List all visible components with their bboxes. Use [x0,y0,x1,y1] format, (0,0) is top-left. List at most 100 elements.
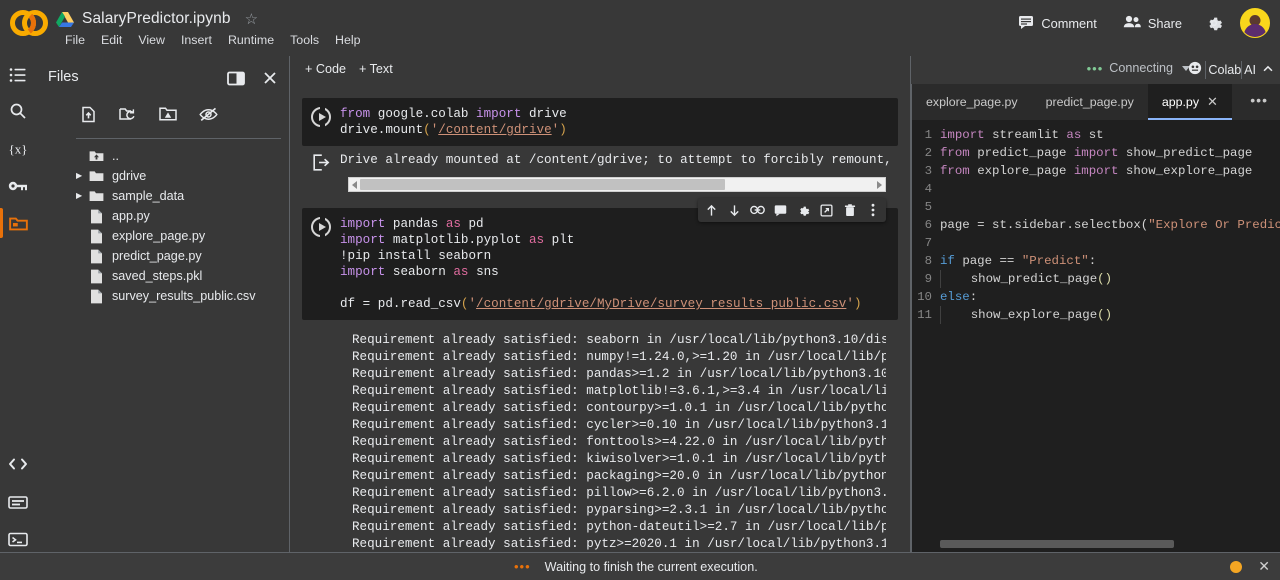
notebook-cell-1[interactable]: from google.colab import drive drive.mou… [302,98,898,192]
list-item[interactable]: .. [36,146,290,166]
scroll-left-arrow-icon[interactable] [352,181,357,189]
tab-explore-page[interactable]: explore_page.py [912,84,1032,120]
status-bar-right: ✕ [1230,558,1270,575]
code-snippets-icon[interactable] [3,449,33,479]
cell-output-2: Requirement already satisfied: seaborn i… [314,332,886,554]
run-cell-icon[interactable] [302,208,340,320]
menu-item-runtime[interactable]: Runtime [220,30,282,50]
menu-item-edit[interactable]: Edit [93,30,130,50]
file-icon [88,268,104,284]
add-code-cell-button[interactable]: + Code [300,60,351,78]
chevron-right-icon[interactable]: ▶ [76,192,86,200]
close-icon[interactable]: ✕ [1207,94,1218,110]
move-cell-down-icon[interactable] [724,200,745,221]
scroll-right-arrow-icon[interactable] [877,181,882,189]
mount-drive-icon[interactable] [156,102,180,126]
list-item[interactable]: saved_steps.pkl [36,266,290,286]
files-panel-header-buttons [224,66,282,90]
document-title-row: SalaryPredictor.ipynb ☆ [56,6,258,32]
list-item[interactable]: ▶ gdrive [36,166,290,186]
menu-item-help[interactable]: Help [327,30,368,50]
list-item[interactable]: app.py [36,206,290,226]
editor-line: 11 show_explore_page() [912,306,1280,324]
terminal-icon[interactable] [3,524,33,554]
delete-cell-icon[interactable] [839,200,860,221]
editor-line: 1 import streamlit as st [912,126,1280,144]
variables-icon[interactable]: {x} [3,134,33,164]
file-list: .. ▶ gdrive ▶ sample_data app.py explore… [36,146,290,306]
notebook-area[interactable]: from google.colab import drive drive.mou… [290,84,910,554]
refresh-folder-icon[interactable] [116,102,140,126]
list-item[interactable]: explore_page.py [36,226,290,246]
colab-ai-button[interactable]: Colab AI [1182,58,1262,81]
close-icon[interactable] [258,66,282,90]
scrollbar-thumb[interactable] [360,179,725,190]
code-line: import seaborn as sns [340,265,499,279]
avatar[interactable] [1240,8,1270,38]
open-in-new-pane-icon[interactable] [224,66,248,90]
status-message: Waiting to finish the current execution. [544,559,758,574]
add-text-cell-button[interactable]: + Text [354,60,398,78]
secrets-key-icon[interactable] [3,171,33,201]
run-cell-button[interactable] [311,217,331,237]
file-name: saved_steps.pkl [112,269,203,283]
files-panel-title: Files [48,69,79,85]
editor-line: 6 page = st.sidebar.selectbox("Explore Or… [912,216,1280,234]
editor-code-area[interactable]: 1 import streamlit as st 2 from predict_pa… [912,120,1280,324]
upload-file-icon[interactable] [76,102,100,126]
tab-predict-page[interactable]: predict_page.py [1032,84,1148,120]
menu-item-view[interactable]: View [130,30,173,50]
move-cell-up-icon[interactable] [701,200,722,221]
star-icon[interactable]: ☆ [245,10,258,28]
search-icon[interactable] [3,96,33,126]
file-name: app.py [112,209,150,223]
chevron-right-icon[interactable]: ▶ [76,172,86,180]
line-number: 9 [924,272,932,286]
menu-item-tools[interactable]: Tools [282,30,327,50]
files-folder-icon[interactable] [3,208,33,238]
code-cell[interactable]: import pandas as pd import matplotlib.py… [302,208,898,320]
list-item[interactable]: predict_page.py [36,246,290,266]
run-cell-button[interactable] [311,107,331,127]
notebook-cell-2[interactable]: import pandas as pd import matplotlib.py… [302,198,898,554]
close-icon[interactable]: ✕ [1258,558,1270,575]
editor-line: 3 from explore_page import show_explore_p… [912,162,1280,180]
mirror-cell-in-tab-icon[interactable] [816,200,837,221]
toc-icon[interactable] [3,60,33,90]
chevron-up-icon[interactable] [1256,59,1280,84]
menu-item-file[interactable]: File [57,30,93,50]
code-editor-cell-1[interactable]: from google.colab import drive drive.mou… [340,98,898,146]
colab-ai-icon [1188,61,1202,78]
code-editor-cell-2[interactable]: import pandas as pd import matplotlib.py… [340,208,898,320]
output-horizontal-scrollbar[interactable] [348,177,886,192]
toggle-hidden-files-icon[interactable] [196,102,220,126]
more-tabs-icon[interactable]: ••• [1244,92,1274,108]
comment-button[interactable]: Comment [1012,10,1102,37]
connect-status-button[interactable]: ••• Connecting [1081,58,1196,78]
more-cell-actions-icon[interactable] [862,200,883,221]
files-panel: Files .. ▶ gdrive ▶ sample_data app.py e… [36,56,290,564]
page-title[interactable]: SalaryPredictor.ipynb [82,10,231,28]
run-cell-icon[interactable] [302,98,340,146]
output-text: Drive already mounted at /content/gdrive… [340,153,892,167]
gear-icon[interactable] [1202,11,1226,35]
busy-circle-icon[interactable] [1230,560,1243,573]
add-comment-icon[interactable] [770,200,791,221]
share-button[interactable]: Share [1117,10,1188,37]
cell-toolbar [698,198,886,222]
command-palette-icon[interactable] [3,487,33,517]
menu-item-insert[interactable]: Insert [173,30,220,50]
line-number: 4 [924,182,932,196]
file-name: survey_results_public.csv [112,289,256,303]
colab-logo-icon[interactable] [9,9,48,36]
tab-app-py[interactable]: app.py ✕ [1147,84,1233,120]
google-drive-icon[interactable] [56,11,74,27]
output-text: Requirement already satisfied: pandas>=1… [352,367,886,381]
copy-link-to-cell-icon[interactable] [747,200,768,221]
file-icon [88,208,104,224]
list-item[interactable]: ▶ sample_data [36,186,290,206]
cell-settings-icon[interactable] [793,200,814,221]
list-item[interactable]: survey_results_public.csv [36,286,290,306]
editor-horizontal-scrollbar[interactable] [940,540,1174,548]
code-cell[interactable]: from google.colab import drive drive.mou… [302,98,898,146]
